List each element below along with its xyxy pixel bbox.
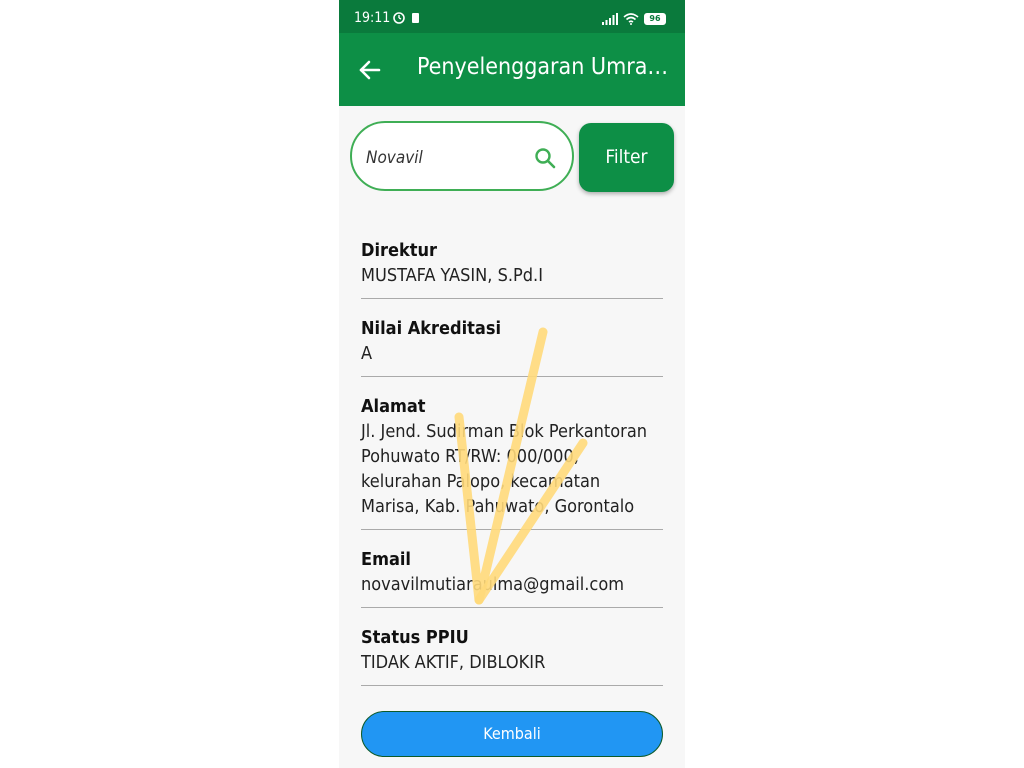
- divider: [361, 298, 663, 299]
- field-email: Email novavilmutiaraulma@gmail.com: [361, 547, 663, 597]
- field-status-ppiu: Status PPIU TIDAK AKTIF, DIBLOKIR: [361, 625, 663, 675]
- search-box[interactable]: [350, 121, 574, 191]
- field-value: MUSTAFA YASIN, S.Pd.I: [361, 265, 543, 286]
- field-label: Direktur: [361, 240, 437, 261]
- divider: [361, 376, 663, 377]
- status-time: 19:11: [354, 10, 391, 26]
- app-bar: Penyelenggaran Umrah...: [339, 33, 685, 106]
- divider: [361, 607, 663, 608]
- wifi-icon: [623, 13, 639, 25]
- divider: [361, 529, 663, 530]
- field-value: TIDAK AKTIF, DIBLOKIR: [361, 652, 546, 673]
- alarm-sim-icons: [393, 12, 419, 24]
- field-nilai-akreditasi: Nilai Akreditasi A: [361, 316, 663, 366]
- status-bar: 19:11 96: [339, 0, 685, 33]
- filter-button[interactable]: Filter: [579, 123, 674, 192]
- phone-screen: 19:11 96 Penyelenggaran Umrah... Novavil…: [339, 0, 685, 768]
- field-value: A: [361, 343, 373, 364]
- divider: [361, 685, 663, 686]
- field-value: novavilmutiaraulma@gmail.com: [361, 574, 625, 595]
- battery-icon: 96: [644, 13, 666, 25]
- arrow-left-icon[interactable]: [357, 57, 383, 83]
- signal-icon: [602, 13, 618, 25]
- field-label: Status PPIU: [361, 627, 469, 648]
- field-label: Alamat: [361, 396, 426, 417]
- back-button[interactable]: Kembali: [361, 711, 663, 757]
- status-right-icons: 96: [602, 12, 666, 26]
- field-value: Jl. Jend. Sudirman Blok Perkantoran Pohu…: [361, 421, 648, 517]
- field-label: Nilai Akreditasi: [361, 318, 502, 339]
- field-label: Email: [361, 549, 411, 570]
- field-alamat: Alamat Jl. Jend. Sudirman Blok Perkantor…: [361, 394, 663, 519]
- search-icon[interactable]: [534, 147, 556, 169]
- search-input[interactable]: [364, 143, 528, 173]
- page-title: Penyelenggaran Umrah...: [417, 54, 673, 80]
- field-direktur: Direktur MUSTAFA YASIN, S.Pd.I: [361, 238, 663, 288]
